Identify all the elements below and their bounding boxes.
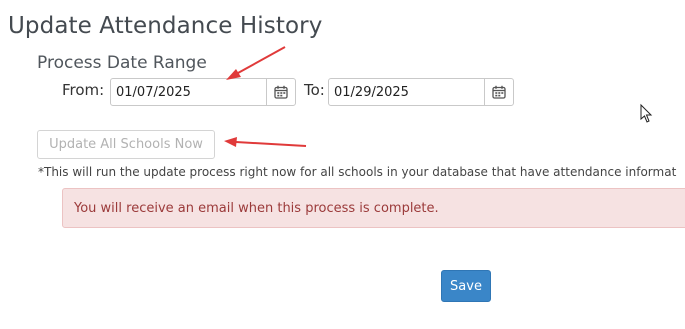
update-all-schools-button[interactable]: Update All Schools Now (37, 130, 215, 159)
page-title: Update Attendance History (8, 13, 323, 39)
calendar-icon (492, 85, 506, 99)
update-note: *This will run the update process right … (38, 165, 677, 179)
from-date-input[interactable] (111, 79, 266, 105)
from-date-group (110, 78, 296, 106)
calendar-icon (274, 85, 288, 99)
annotation-arrow (224, 137, 307, 147)
to-label: To: (304, 81, 325, 99)
from-calendar-button[interactable] (266, 79, 295, 105)
to-date-input[interactable] (329, 79, 484, 105)
to-date-group (328, 78, 514, 106)
from-label: From: (62, 81, 105, 99)
annotation-arrow (226, 46, 286, 80)
save-button[interactable]: Save (441, 270, 491, 302)
alert-message: You will receive an email when this proc… (74, 201, 439, 216)
process-date-range-title: Process Date Range (37, 53, 207, 73)
email-alert: You will receive an email when this proc… (62, 188, 685, 228)
mouse-cursor-icon (640, 103, 653, 123)
to-calendar-button[interactable] (484, 79, 513, 105)
